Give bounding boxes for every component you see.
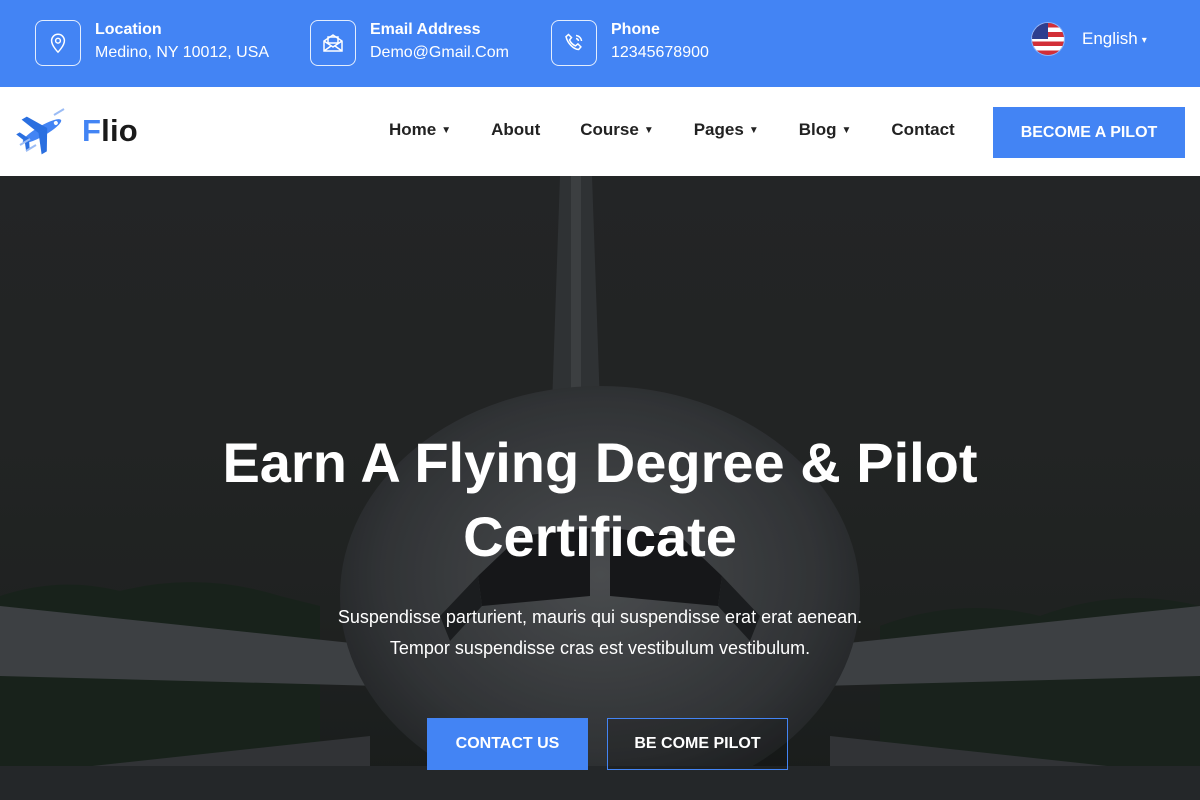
language-label: English (1082, 29, 1138, 48)
nav-item-about[interactable]: About (491, 120, 540, 140)
become-pilot-button[interactable]: BE COME PILOT (607, 718, 788, 770)
email-label: Email Address (370, 21, 481, 38)
brand-name: Flio (82, 113, 138, 148)
nav-item-blog[interactable]: Blog ▼ (799, 120, 852, 140)
hero-subtitle-line-1: Suspendisse parturient, mauris qui suspe… (337, 607, 863, 627)
chevron-down-icon: ▾ (1141, 34, 1147, 46)
main-menu: Home ▼ About Course ▼ Pages ▼ Blog ▼ Con… (389, 120, 955, 140)
caret-down-icon: ▼ (441, 124, 452, 136)
nav-item-label: Course (580, 120, 639, 139)
location-label: Location (95, 21, 162, 38)
main-navbar: Flio Home ▼ About Course ▼ Pages ▼ Blog … (0, 87, 1200, 176)
email-value[interactable]: Demo@Gmail.Com (370, 44, 509, 62)
top-info-bar: Location Medino, NY 10012, USA Email Add… (0, 0, 1200, 87)
phone-icon (551, 20, 597, 66)
nav-item-label: About (491, 120, 541, 139)
contact-us-button[interactable]: CONTACT US (427, 718, 588, 770)
us-flag-icon (1032, 23, 1064, 55)
hero-section: Earn A Flying Degree & Pilot Certificate… (0, 176, 1200, 800)
nav-item-home[interactable]: Home ▼ (389, 120, 451, 140)
nav-item-label: Home (389, 120, 437, 139)
hero-subtitle: Suspendisse parturient, mauris qui suspe… (250, 602, 950, 664)
caret-down-icon: ▼ (643, 124, 654, 136)
hero-title: Earn A Flying Degree & Pilot Certificate (150, 426, 1050, 574)
nav-item-course[interactable]: Course ▼ (580, 120, 653, 140)
envelope-icon (310, 20, 356, 66)
nav-item-label: Pages (693, 120, 744, 139)
nav-item-pages[interactable]: Pages ▼ (694, 120, 759, 140)
location-value: Medino, NY 10012, USA (95, 44, 270, 61)
nav-item-label: Contact (891, 120, 955, 139)
caret-down-icon: ▼ (748, 124, 759, 136)
nav-item-contact[interactable]: Contact (891, 120, 954, 140)
phone-value[interactable]: 12345678900 (611, 44, 709, 62)
hero-title-line-2: Certificate (463, 505, 737, 568)
caret-down-icon: ▼ (841, 124, 852, 136)
nav-item-label: Blog (798, 120, 837, 139)
become-a-pilot-button[interactable]: BECOME A PILOT (993, 107, 1185, 158)
hero-subtitle-line-2: Tempor suspendisse cras est vestibulum v… (389, 638, 811, 658)
language-selector[interactable]: English ▾ (1032, 22, 1147, 56)
airplane-logo-icon (16, 108, 65, 155)
brand-logo[interactable]: Flio (14, 105, 138, 157)
hero-title-line-1: Earn A Flying Degree & Pilot (222, 431, 978, 494)
map-pin-icon (35, 20, 81, 66)
phone-label: Phone (611, 21, 660, 38)
